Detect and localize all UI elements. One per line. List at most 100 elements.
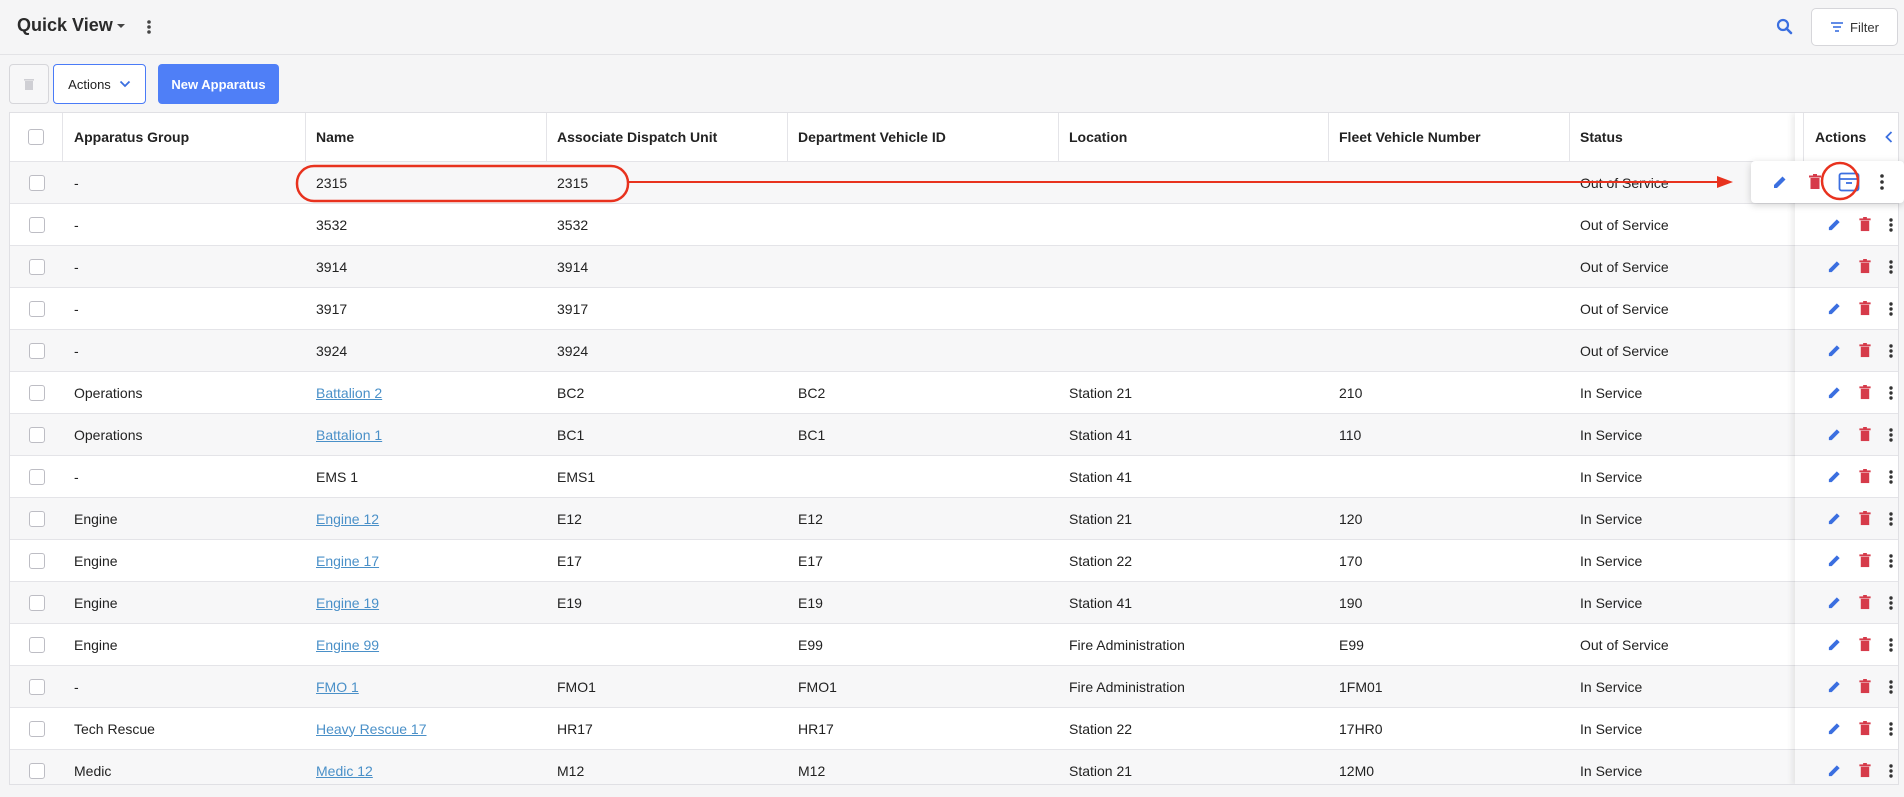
kebab-icon[interactable] xyxy=(1888,511,1894,527)
row-checkbox[interactable] xyxy=(28,342,45,359)
column-header-name[interactable]: Name xyxy=(306,113,547,161)
kebab-icon[interactable] xyxy=(144,17,154,37)
row-checkbox[interactable] xyxy=(28,636,45,653)
edit-icon[interactable] xyxy=(1827,637,1842,652)
row-checkbox[interactable] xyxy=(28,216,45,233)
kebab-icon[interactable] xyxy=(1888,763,1894,779)
edit-icon[interactable] xyxy=(1827,763,1842,778)
edit-icon[interactable] xyxy=(1827,217,1842,232)
edit-icon[interactable] xyxy=(1827,385,1842,400)
apparatus-link[interactable]: Engine 17 xyxy=(316,553,379,569)
table-row[interactable]: - FMO 1 FMO1 FMO1 Fire Administration 1FM01 In… xyxy=(10,666,1898,708)
column-header-status[interactable]: Status xyxy=(1570,113,1804,161)
chevron-left-icon[interactable] xyxy=(1884,130,1894,144)
apparatus-link[interactable]: Battalion 1 xyxy=(316,427,382,443)
table-row[interactable]: Engine Engine 12 E12 E12 Station 21 120 In Ser… xyxy=(10,498,1898,540)
apparatus-link[interactable]: Heavy Rescue 17 xyxy=(316,721,427,737)
table-row[interactable]: - EMS 1 EMS1 Station 41 In Service xyxy=(10,456,1898,498)
kebab-icon[interactable] xyxy=(1888,259,1894,275)
actions-dropdown[interactable]: Actions xyxy=(53,64,146,104)
edit-icon[interactable] xyxy=(1827,553,1842,568)
table-row[interactable]: Medic Medic 12 M12 M12 Station 21 12M0 In Serv… xyxy=(10,750,1898,784)
table-row[interactable]: - 3924 3924 Out of Service xyxy=(10,330,1898,372)
row-checkbox[interactable] xyxy=(28,594,45,611)
trash-icon[interactable] xyxy=(1859,427,1871,442)
table-row[interactable]: - 3532 3532 Out of Service xyxy=(10,204,1898,246)
kebab-icon[interactable] xyxy=(1888,385,1894,401)
trash-icon[interactable] xyxy=(1809,174,1821,190)
trash-icon[interactable] xyxy=(1859,217,1871,232)
column-header-department-vehicle-id[interactable]: Department Vehicle ID xyxy=(788,113,1059,161)
kebab-icon[interactable] xyxy=(1888,301,1894,317)
apparatus-link[interactable]: Battalion 2 xyxy=(316,385,382,401)
archive-icon[interactable] xyxy=(1838,172,1860,192)
trash-icon[interactable] xyxy=(1859,553,1871,568)
kebab-icon[interactable] xyxy=(1888,469,1894,485)
select-all-checkbox[interactable] xyxy=(28,129,44,145)
row-checkbox[interactable] xyxy=(28,720,45,737)
kebab-icon[interactable] xyxy=(1878,172,1886,192)
row-checkbox[interactable] xyxy=(28,552,45,569)
trash-icon[interactable] xyxy=(1859,469,1871,484)
edit-icon[interactable] xyxy=(1827,469,1842,484)
row-checkbox[interactable] xyxy=(28,426,45,443)
new-apparatus-button[interactable]: New Apparatus xyxy=(158,64,279,104)
table-row[interactable]: Operations Battalion 2 BC2 BC2 Station 21 210… xyxy=(10,372,1898,414)
trash-icon[interactable] xyxy=(1859,595,1871,610)
table-row[interactable]: - 2315 2315 Out of Service xyxy=(10,162,1898,204)
row-checkbox[interactable] xyxy=(28,174,45,191)
edit-icon[interactable] xyxy=(1827,301,1842,316)
kebab-icon[interactable] xyxy=(1888,637,1894,653)
table-row[interactable]: Operations Battalion 1 BC1 BC1 Station 41 110… xyxy=(10,414,1898,456)
trash-icon[interactable] xyxy=(1859,679,1871,694)
edit-icon[interactable] xyxy=(1772,174,1788,190)
kebab-icon[interactable] xyxy=(1888,553,1894,569)
row-checkbox[interactable] xyxy=(28,258,45,275)
column-header-associate-dispatch-unit[interactable]: Associate Dispatch Unit xyxy=(547,113,788,161)
kebab-icon[interactable] xyxy=(1888,721,1894,737)
edit-icon[interactable] xyxy=(1827,427,1842,442)
trash-icon[interactable] xyxy=(1859,301,1871,316)
row-checkbox[interactable] xyxy=(28,762,45,779)
table-row[interactable]: Tech Rescue Heavy Rescue 17 HR17 HR17 Statio… xyxy=(10,708,1898,750)
trash-icon[interactable] xyxy=(1859,763,1871,778)
table-row[interactable]: Engine Engine 17 E17 E17 Station 22 170 In Ser… xyxy=(10,540,1898,582)
kebab-icon[interactable] xyxy=(1888,427,1894,443)
kebab-icon[interactable] xyxy=(1888,679,1894,695)
trash-icon[interactable] xyxy=(1859,511,1871,526)
row-checkbox[interactable] xyxy=(28,300,45,317)
column-header-fleet-vehicle-number[interactable]: Fleet Vehicle Number xyxy=(1329,113,1570,161)
apparatus-link[interactable]: Engine 12 xyxy=(316,511,379,527)
edit-icon[interactable] xyxy=(1827,511,1842,526)
column-header-apparatus-group[interactable]: Apparatus Group xyxy=(64,113,306,161)
row-checkbox[interactable] xyxy=(28,384,45,401)
table-row[interactable]: - 3917 3917 Out of Service xyxy=(10,288,1898,330)
row-checkbox[interactable] xyxy=(28,510,45,527)
row-checkbox[interactable] xyxy=(28,468,45,485)
edit-icon[interactable] xyxy=(1827,679,1842,694)
trash-icon[interactable] xyxy=(1859,385,1871,400)
apparatus-link[interactable]: Medic 12 xyxy=(316,763,373,779)
filter-button[interactable]: Filter xyxy=(1811,8,1898,46)
kebab-icon[interactable] xyxy=(1888,343,1894,359)
edit-icon[interactable] xyxy=(1827,259,1842,274)
edit-icon[interactable] xyxy=(1827,721,1842,736)
table-row[interactable]: - 3914 3914 Out of Service xyxy=(10,246,1898,288)
caret-down-icon[interactable] xyxy=(113,18,129,34)
trash-icon[interactable] xyxy=(1859,637,1871,652)
column-header-location[interactable]: Location xyxy=(1059,113,1329,161)
trash-icon[interactable] xyxy=(1859,721,1871,736)
apparatus-link[interactable]: FMO 1 xyxy=(316,679,359,695)
kebab-icon[interactable] xyxy=(1888,595,1894,611)
edit-icon[interactable] xyxy=(1827,595,1842,610)
edit-icon[interactable] xyxy=(1827,343,1842,358)
trash-icon[interactable] xyxy=(1859,343,1871,358)
table-row[interactable]: Engine Engine 19 E19 E19 Station 41 190 In Ser… xyxy=(10,582,1898,624)
table-row[interactable]: Engine Engine 99 E99 Fire Administration E99… xyxy=(10,624,1898,666)
search-icon[interactable] xyxy=(1773,15,1797,39)
row-checkbox[interactable] xyxy=(28,678,45,695)
apparatus-link[interactable]: Engine 99 xyxy=(316,637,379,653)
kebab-icon[interactable] xyxy=(1888,217,1894,233)
page-title[interactable]: Quick View xyxy=(17,15,113,36)
trash-icon[interactable] xyxy=(1859,259,1871,274)
